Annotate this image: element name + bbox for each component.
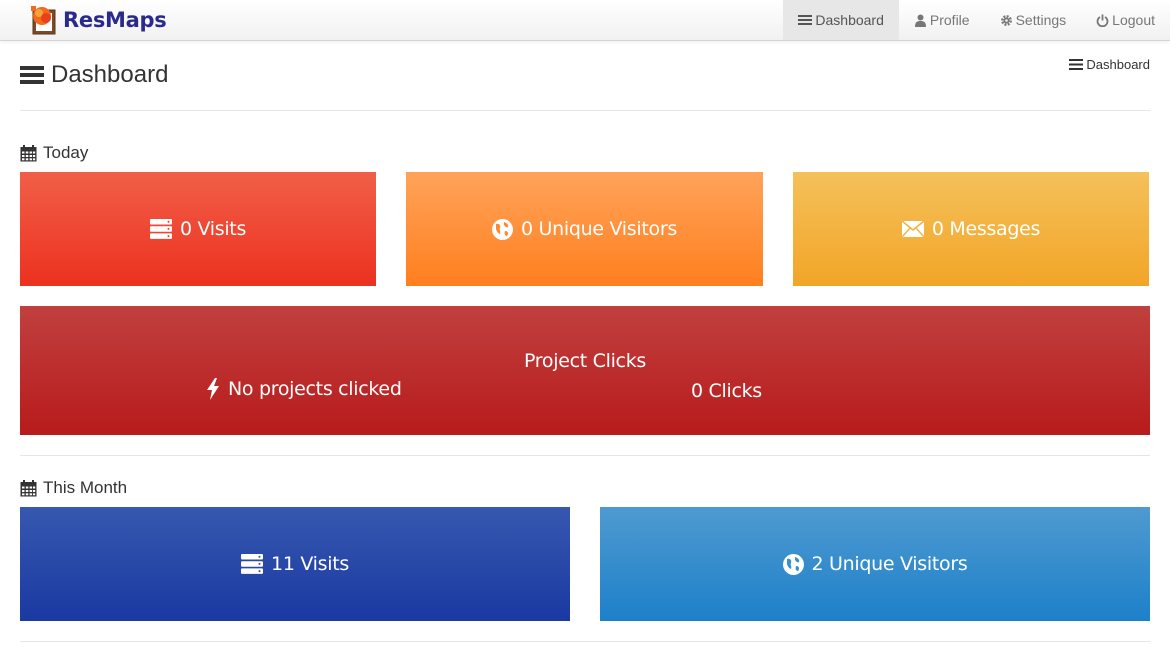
breadcrumb[interactable]: Dashboard — [1069, 57, 1150, 72]
resmaps-logo-icon — [31, 6, 56, 35]
top-navbar: ResMaps Dashboard Profile Settings Logou… — [0, 0, 1170, 41]
power-icon — [1096, 14, 1109, 27]
month-visits-text: 11 Visits — [271, 553, 349, 575]
section-today-text: Today — [43, 143, 89, 162]
gear-icon — [1000, 14, 1012, 26]
page-title-text: Dashboard — [51, 61, 169, 88]
section-divider — [20, 641, 1150, 642]
project-clicks-count: 0 Clicks — [691, 380, 762, 402]
project-clicks-title: Project Clicks — [523, 350, 647, 372]
envelope-icon — [901, 221, 924, 237]
today-unique-visitors-text: 0 Unique Visitors — [521, 218, 677, 240]
globe-icon — [782, 553, 804, 575]
project-clicks-project-text: No projects clicked — [228, 378, 402, 400]
today-unique-visitors-tile[interactable]: 0 Unique Visitors — [406, 172, 763, 286]
globe-icon — [492, 218, 514, 240]
main-nav: Dashboard Profile Settings Logout — [783, 0, 1170, 40]
brand-name: ResMaps — [63, 8, 167, 32]
project-clicks-tile[interactable]: Project Clicks No projects clicked 0 Cli… — [20, 306, 1150, 435]
nav-settings[interactable]: Settings — [985, 0, 1082, 40]
breadcrumb-text: Dashboard — [1086, 57, 1150, 72]
today-messages-tile[interactable]: 0 Messages — [793, 172, 1149, 286]
page-title: Dashboard — [20, 61, 168, 89]
section-today-label: Today — [20, 143, 88, 163]
list-icon — [20, 66, 44, 84]
list-icon — [798, 15, 813, 25]
project-clicks-project: No projects clicked — [206, 378, 402, 400]
month-unique-visitors-text: 2 Unique Visitors — [811, 553, 968, 575]
month-unique-visitors-tile[interactable]: 2 Unique Visitors — [600, 507, 1150, 621]
calendar-icon — [20, 144, 37, 161]
calendar-icon — [20, 479, 37, 496]
month-visits-tile[interactable]: 11 Visits — [20, 507, 570, 621]
bolt-icon — [207, 378, 219, 400]
nav-profile-label: Profile — [929, 12, 970, 28]
nav-dashboard-label: Dashboard — [815, 12, 884, 28]
nav-settings-label: Settings — [1015, 12, 1067, 28]
user-icon — [914, 14, 926, 27]
nav-dashboard[interactable]: Dashboard — [783, 0, 899, 40]
server-icon — [241, 554, 264, 574]
section-month-label: This Month — [20, 478, 127, 498]
section-month-text: This Month — [43, 478, 128, 497]
today-messages-text: 0 Messages — [931, 218, 1041, 240]
today-visits-tile[interactable]: 0 Visits — [20, 172, 376, 286]
brand-link[interactable]: ResMaps — [28, 3, 167, 37]
nav-profile[interactable]: Profile — [899, 0, 985, 40]
nav-logout-label: Logout — [1112, 12, 1155, 28]
today-visits-text: 0 Visits — [179, 218, 247, 240]
server-icon — [149, 219, 172, 239]
list-icon — [1069, 59, 1084, 70]
page-header: Dashboard Dashboard — [20, 57, 1150, 111]
section-divider — [20, 455, 1150, 456]
nav-logout[interactable]: Logout — [1081, 0, 1170, 40]
